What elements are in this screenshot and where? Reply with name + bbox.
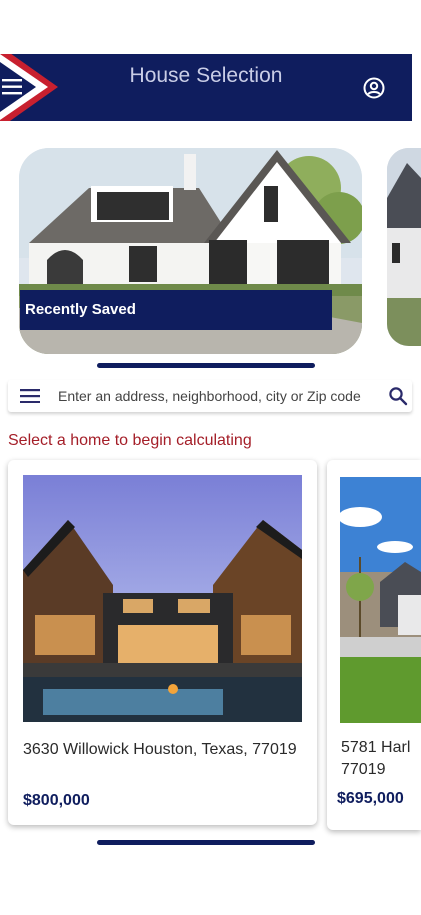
listing-price: $695,000 [337, 790, 404, 807]
next-saved-house-photo [387, 148, 421, 346]
menu-icon[interactable] [20, 389, 40, 403]
listing-card[interactable]: 5781 Harl 77019 $695,000 [327, 460, 421, 830]
search-input[interactable] [56, 384, 390, 408]
listing-address-zip: 77019 [341, 761, 386, 778]
listing-address: 3630 Willowick Houston, Texas, 77019 [23, 741, 297, 758]
search-icon[interactable] [388, 386, 408, 406]
recently-saved-card[interactable]: Recently Saved [19, 148, 362, 354]
account-circle-icon[interactable] [362, 76, 386, 100]
selection-prompt: Select a home to begin calculating [8, 432, 252, 449]
page-title: House Selection [129, 64, 283, 87]
search-bar [8, 380, 412, 412]
listing-address-street: 5781 Harl [341, 739, 411, 756]
next-saved-card[interactable] [387, 148, 421, 346]
saved-carousel-indicator[interactable] [97, 363, 315, 368]
app-header: House Selection [0, 54, 412, 121]
listing-address: 5781 Harl 77019 [341, 737, 421, 781]
listing-photo [340, 477, 421, 723]
recently-saved-label: Recently Saved [20, 290, 332, 330]
listing-photo [23, 475, 302, 722]
listing-card[interactable]: 3630 Willowick Houston, Texas, 77019 $80… [8, 460, 317, 825]
listing-price: $800,000 [23, 792, 90, 809]
listings-carousel-indicator[interactable] [97, 840, 315, 845]
